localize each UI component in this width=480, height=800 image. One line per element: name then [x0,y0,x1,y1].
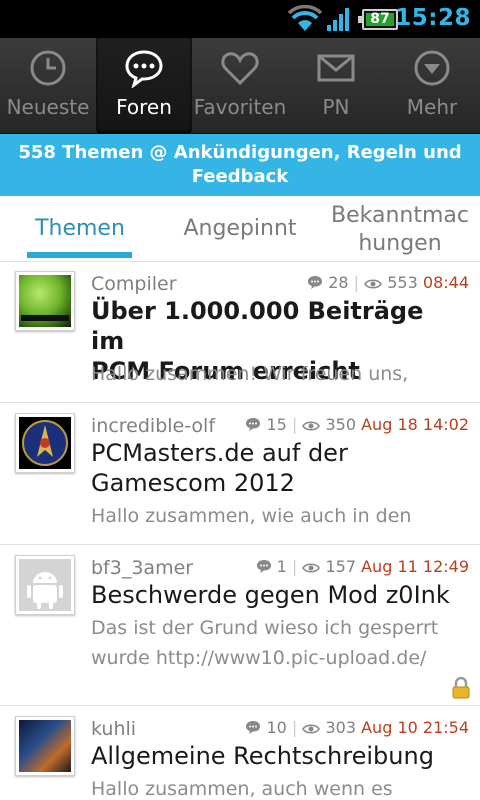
topic-excerpt: Hallo zusammen, wie auch in den [91,501,476,531]
topic-excerpt-line-1: Hallo zusammen! Wir freuen uns, [91,363,409,385]
topic-author: kuhli [91,718,137,740]
topic-row[interactable]: kuhli 10 | 303 Aug 10 21:54 Allgemeine R… [0,707,480,800]
avatar [15,555,75,615]
comment-icon [308,276,323,289]
topic-excerpt: Hallo zusammen! Wir freuen uns, [91,359,476,389]
subtab-themen-label: Themen [35,216,125,241]
topic-date: Aug 10 21:54 [361,718,469,737]
topic-title: Beschwerde gegen Mod z0Ink [91,580,463,610]
topic-row[interactable]: Compiler 28 | 553 08:44 Über 1.000.000 B… [0,262,480,403]
topic-title-line-1: Beschwerde gegen Mod z0Ink [91,581,450,609]
avatar [15,413,75,473]
eye-icon [302,724,321,734]
forum-header-banner: 558 Themen @ Ankündigungen, Regeln und F… [0,134,480,196]
active-tab-indicator [27,252,132,258]
topic-excerpt-line-1: Das ist der Grund wieso ich gesperrt [91,617,439,639]
banner-line-1: 558 Themen @ Ankündigungen, Regeln und [18,142,462,163]
topic-author: incredible-olf [91,415,216,437]
topic-excerpt-line-1: Hallo zusammen, wie auch in den [91,505,412,527]
clock-icon [30,50,66,86]
topic-title-line-1: PCMasters.de auf der [91,439,348,467]
comment-icon [246,418,261,431]
view-count: 303 [325,718,357,737]
topic-date: Aug 18 14:02 [361,415,469,434]
tab-favoriten[interactable]: Favoriten [192,38,288,134]
topic-title-line-1: Über 1.000.000 Beiträge im [91,297,424,355]
chat-bubble-icon [125,50,163,88]
tab-foren-label: Foren [116,95,172,119]
topic-title-line-2: Gamescom 2012 [91,469,295,497]
subtab-bekanntmachungen-label-1: Bekanntmac [331,203,469,228]
clock-time: 15:28 [395,5,471,31]
android-icon [27,572,63,609]
comment-icon [246,721,261,734]
tab-mehr-label: Mehr [406,95,458,119]
topic-author: Compiler [91,273,177,295]
transformer-image [19,720,71,772]
topic-excerpt: Das ist der Grund wieso ich gesperrt wur… [91,613,476,673]
tab-pn[interactable]: PN [288,38,384,134]
envelope-icon [317,54,355,82]
topic-row[interactable]: incredible-olf 15 | 350 Aug 18 14:02 PCM… [0,404,480,545]
wifi-icon [288,5,322,31]
topic-excerpt-line-2: wurde http://www10.pic-upload.de/ [91,647,427,669]
eye-icon [302,563,321,573]
topic-title-line-1: Allgemeine Rechtschreibung [91,742,434,770]
battery-icon: 87 [358,9,398,30]
topic-meta: 15 | 350 Aug 18 14:02 [245,415,469,434]
subtab-bekanntmachungen[interactable]: Bekanntmac hungen [320,196,480,262]
eye-icon [364,279,383,289]
topic-date: 08:44 [422,273,469,292]
main-tab-bar: Neueste Foren Favoriten PN Mehr [0,38,480,134]
view-count: 157 [325,557,357,576]
tab-neueste-label: Neueste [6,95,90,119]
topic-excerpt-line-1: Hallo zusammen, auch wenn es [91,778,393,800]
subtab-angepinnt[interactable]: Angepinnt [160,196,320,262]
view-count: 350 [325,415,357,434]
subtab-bekanntmachungen-label-2: hungen [358,231,442,256]
tab-mehr[interactable]: Mehr [384,38,480,134]
topic-date: Aug 11 12:49 [361,557,469,576]
topic-title: Allgemeine Rechtschreibung [91,741,463,771]
topic-title: PCMasters.de auf der Gamescom 2012 [91,438,463,498]
avatar [15,271,75,331]
reply-count: 28 [328,273,349,292]
battery-level: 87 [370,11,390,27]
signal-icon [327,8,349,31]
android-default-avatar [19,559,71,611]
tab-favoriten-label: Favoriten [193,95,287,119]
starfleet-insignia-icon [22,420,68,466]
banner-line-2: Feedback [191,166,289,187]
starfleet-logo [19,417,71,469]
topic-row[interactable]: bf3_3amer 1 | 157 Aug 11 12:49 Beschwerd… [0,546,480,706]
avatar [15,716,75,776]
topic-excerpt: Hallo zusammen, auch wenn es [91,774,476,800]
tab-neueste[interactable]: Neueste [0,38,96,134]
status-bar: 87 15:28 [0,0,480,38]
subtab-angepinnt-label: Angepinnt [183,216,297,241]
eye-icon [302,421,321,431]
compiler-logo [19,275,71,327]
view-count: 553 [387,273,418,292]
tab-pn-label: PN [322,95,350,119]
chevron-down-circle-icon [414,50,450,86]
reply-count: 1 [276,557,287,576]
lock-icon [452,677,470,699]
reply-count: 15 [266,415,287,434]
topic-meta: 10 | 303 Aug 10 21:54 [245,718,469,737]
tab-foren[interactable]: Foren [96,38,192,134]
heart-icon [221,52,259,86]
topic-author: bf3_3amer [91,557,194,579]
topic-meta: 28 | 553 08:44 [307,273,469,292]
reply-count: 10 [266,718,287,737]
topic-meta: 1 | 157 Aug 11 12:49 [256,557,469,576]
comment-icon [256,560,271,573]
sub-tab-bar: Themen Angepinnt Bekanntmac hungen [0,196,480,262]
